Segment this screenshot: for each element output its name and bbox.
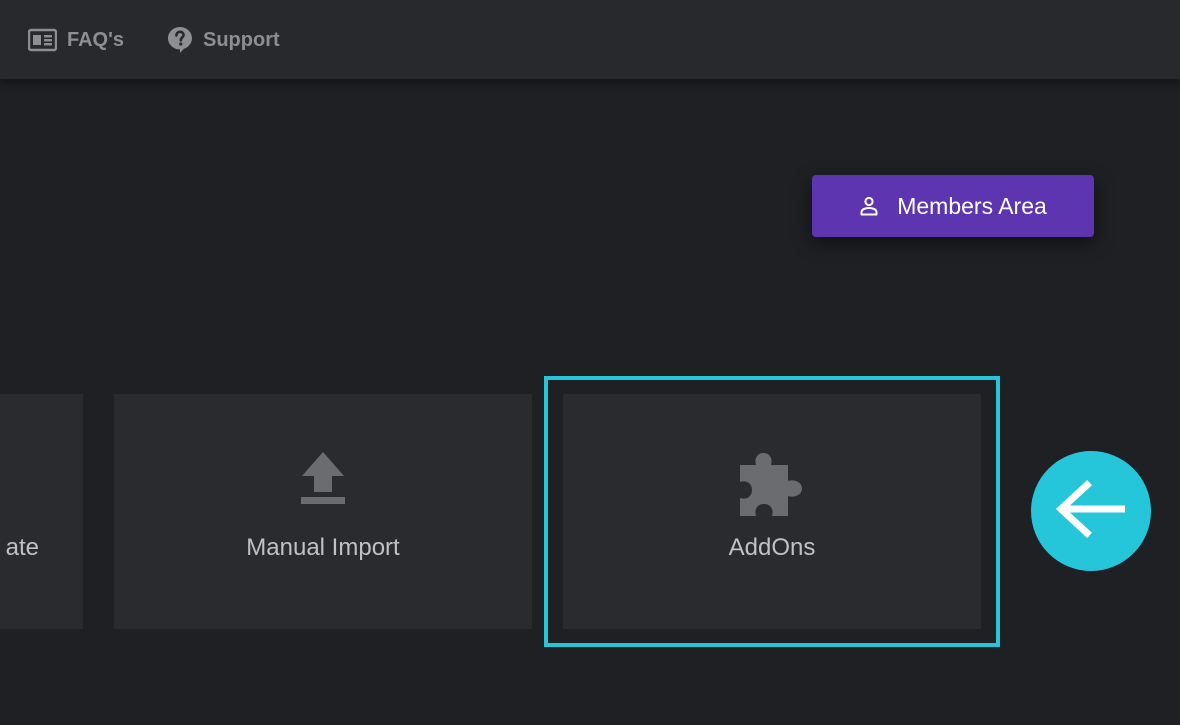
newspaper-icon <box>28 28 57 52</box>
nav-support-label: Support <box>203 28 280 51</box>
manual-import-card[interactable]: Manual Import <box>114 394 532 629</box>
upload-icon <box>299 450 347 513</box>
nav-faq-label: FAQ's <box>67 28 124 51</box>
manual-import-label: Manual Import <box>246 534 400 561</box>
top-navigation-bar: FAQ's Support <box>0 0 1180 79</box>
nav-faq-link[interactable]: FAQ's <box>28 26 124 54</box>
addons-card[interactable]: AddOns <box>563 394 981 629</box>
addons-label: AddOns <box>728 534 816 561</box>
puzzle-piece-icon <box>736 450 808 527</box>
person-icon <box>859 196 879 216</box>
callout-arrow-badge <box>1031 451 1151 571</box>
arrow-left-icon <box>1051 479 1131 544</box>
members-area-button[interactable]: Members Area <box>812 175 1094 237</box>
update-card[interactable]: ate <box>0 394 83 629</box>
nav-support-link[interactable]: Support <box>167 26 280 54</box>
help-bubble-icon <box>167 26 193 54</box>
update-card-label: ate <box>5 534 39 561</box>
members-area-label: Members Area <box>897 192 1047 219</box>
